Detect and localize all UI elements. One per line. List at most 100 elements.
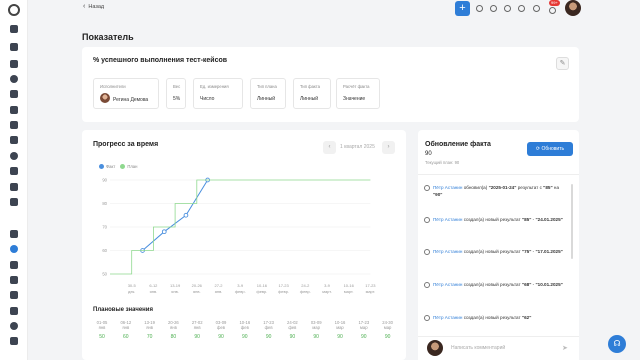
clock-icon[interactable] bbox=[533, 5, 540, 12]
legend-fact[interactable]: Факт bbox=[99, 164, 115, 169]
history-icon bbox=[424, 315, 430, 321]
feed-action: создал(а) новый результат bbox=[463, 315, 521, 320]
plan-value-item: 13-19 янв 70 bbox=[137, 320, 163, 340]
comment-input[interactable]: Написать комментарий bbox=[451, 345, 505, 351]
comment-avatar bbox=[427, 340, 443, 356]
x-tick-label: 27-2 bbox=[214, 283, 223, 288]
x-tick-sublabel: янв. bbox=[150, 289, 158, 294]
plan-value: 90 bbox=[218, 334, 224, 340]
progress-card: Прогресс за время ‹ 1 квартал 2025 › Фак… bbox=[82, 130, 406, 360]
x-tick-label: 17-23 bbox=[278, 283, 289, 288]
refresh-button[interactable]: ⟳ Обновить bbox=[527, 142, 573, 156]
sidebar-nav-icon[interactable] bbox=[10, 307, 18, 315]
plan-value: 70 bbox=[146, 334, 153, 340]
x-tick-sublabel: дек. bbox=[128, 289, 135, 294]
headset-icon[interactable]: ☊ bbox=[608, 335, 626, 353]
plan-month: фев bbox=[288, 325, 297, 330]
sidebar-nav-icon[interactable] bbox=[10, 136, 18, 144]
feed-value-2: "10.01.2025" bbox=[535, 282, 563, 287]
plan-month: янв bbox=[193, 325, 201, 330]
field-value: Линный bbox=[300, 96, 318, 102]
sidebar-nav-icon[interactable] bbox=[10, 337, 18, 345]
field-label: Расчёт факта bbox=[343, 84, 370, 89]
sidebar-nav-icon[interactable] bbox=[10, 261, 18, 269]
sidebar-nav-icon[interactable] bbox=[10, 245, 18, 253]
sidebar-nav-icon[interactable] bbox=[10, 183, 18, 191]
edit-icon[interactable]: ✎ bbox=[556, 57, 569, 70]
next-period-button[interactable]: › bbox=[382, 141, 395, 154]
sidebar-nav-icon[interactable] bbox=[10, 106, 18, 114]
field-label: Вес bbox=[173, 84, 181, 89]
sidebar-nav-icon[interactable] bbox=[10, 75, 18, 83]
plan-value-item: 27-02 янв 90 bbox=[184, 320, 210, 340]
sidebar-nav-icon[interactable] bbox=[10, 90, 18, 98]
plan-value-item: 24-30 мар 90 bbox=[375, 320, 401, 340]
x-tick-sublabel: март. bbox=[366, 289, 376, 294]
sidebar-nav-icon[interactable] bbox=[10, 291, 18, 299]
plan-month: янв bbox=[122, 325, 130, 330]
sidebar-nav-icon[interactable] bbox=[10, 322, 18, 330]
x-tick-sublabel: февр. bbox=[235, 289, 246, 294]
sidebar-nav-icon[interactable] bbox=[10, 43, 18, 51]
feed-user[interactable]: Пётр Астанин bbox=[433, 185, 462, 190]
field-weight[interactable]: Вес 5% bbox=[166, 78, 186, 109]
logo-icon[interactable] bbox=[8, 4, 20, 16]
field-fact-type[interactable]: Тип факта Линный bbox=[293, 78, 331, 109]
sidebar-nav-icon[interactable] bbox=[10, 198, 18, 206]
field-unit[interactable]: Ед. измерения Число bbox=[193, 78, 243, 109]
x-tick-label: 24-2 bbox=[301, 283, 310, 288]
back-chevron-icon: ‹ bbox=[83, 3, 86, 10]
user-avatar[interactable] bbox=[565, 0, 581, 16]
gear-icon[interactable] bbox=[549, 7, 556, 14]
chart-legend: Факт План bbox=[99, 164, 137, 169]
feed-user[interactable]: Пётр Астанин bbox=[433, 315, 462, 320]
feed-user[interactable]: Пётр Астанин bbox=[433, 282, 462, 287]
field-plan-type[interactable]: Тип плана Линный bbox=[250, 78, 286, 109]
fact-subtitle: Текущий план: 90 bbox=[425, 160, 460, 165]
feed-value-1: "85" bbox=[521, 217, 532, 222]
divider bbox=[418, 174, 579, 175]
prev-period-button[interactable]: ‹ bbox=[323, 141, 336, 154]
plan-value: 90 bbox=[361, 334, 367, 340]
plan-month: фев bbox=[217, 325, 225, 330]
sidebar-nav-icon[interactable] bbox=[10, 25, 18, 33]
sidebar-nav-icon[interactable] bbox=[10, 276, 18, 284]
lightbulb-icon[interactable] bbox=[490, 5, 497, 12]
feed-value-3: "90" bbox=[433, 192, 443, 197]
legend-plan[interactable]: План bbox=[120, 164, 137, 169]
feed-value-1: "75" bbox=[521, 249, 532, 254]
x-tick-label: 17-23 bbox=[365, 283, 376, 288]
feed-text: Пётр Астанин создал(а) новый результат "… bbox=[433, 248, 569, 255]
feed-user[interactable]: Пётр Астанин bbox=[433, 249, 462, 254]
feed-scrollbar[interactable] bbox=[571, 184, 573, 259]
indicator-title: % успешного выполнения тест-кейсов bbox=[93, 57, 228, 64]
sidebar-nav-icon[interactable] bbox=[10, 121, 18, 129]
back-link[interactable]: ‹ Назад bbox=[83, 3, 105, 10]
search-icon[interactable] bbox=[504, 5, 511, 12]
fact-dot-icon bbox=[99, 164, 104, 169]
feed-user[interactable]: Пётр Астанин bbox=[433, 217, 462, 222]
y-tick-label: 80 bbox=[102, 201, 107, 206]
plan-value: 60 bbox=[123, 334, 129, 340]
x-tick-label: 10-16 bbox=[344, 283, 355, 288]
back-label: Назад bbox=[88, 4, 105, 10]
sidebar-nav-icon[interactable] bbox=[10, 152, 18, 160]
refresh-label: Обновить bbox=[541, 146, 565, 152]
sidebar-nav-icon[interactable] bbox=[10, 230, 18, 238]
x-tick-sublabel: янв. bbox=[215, 289, 223, 294]
feed-mid-2: на bbox=[553, 185, 559, 190]
feed-action: обновил(а) bbox=[463, 185, 488, 190]
chat-icon[interactable] bbox=[476, 5, 483, 12]
send-icon[interactable]: ➤ bbox=[562, 344, 568, 352]
topbar: ‹ Назад + 99+ bbox=[28, 0, 640, 18]
feed-text: Пётр Астанин обновил(а) "2025-01-24" рез… bbox=[433, 184, 569, 198]
sidebar-nav-icon[interactable] bbox=[10, 167, 18, 175]
field-fact-calc[interactable]: Расчёт факта Значение bbox=[336, 78, 380, 109]
feed-text: Пётр Астанин создал(а) новый результат "… bbox=[433, 216, 569, 223]
field-executors[interactable]: Исполнители Регина Демова bbox=[93, 78, 159, 109]
sidebar-nav-icon[interactable] bbox=[10, 60, 18, 68]
y-tick-label: 60 bbox=[102, 248, 107, 253]
bell-icon[interactable] bbox=[518, 5, 525, 12]
create-button[interactable]: + bbox=[455, 1, 470, 16]
period-label: 1 квартал 2025 bbox=[340, 144, 375, 150]
